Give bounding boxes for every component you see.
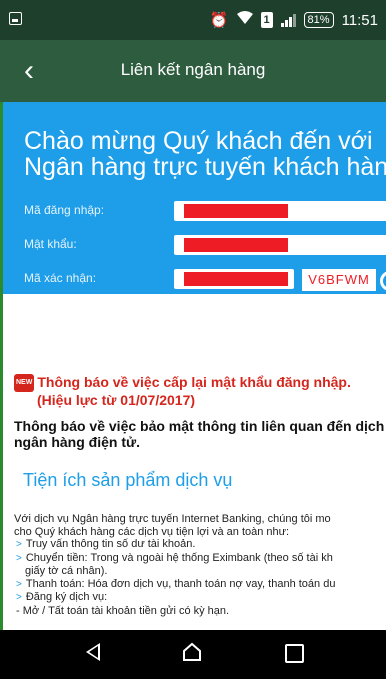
captcha-image: V6BFWM bbox=[302, 269, 376, 291]
welcome-line-2: Ngân hàng trực tuyến khách hàng bbox=[24, 153, 386, 181]
status-icons: ⏰ 1 81% 11:51 bbox=[210, 10, 378, 30]
list-item: > Thanh toán: Hóa đơn dịch vụ, thanh toán… bbox=[14, 578, 335, 592]
list-item-continuation: giấy tờ cá nhân). bbox=[25, 565, 108, 577]
alarm-icon: ⏰ bbox=[209, 12, 229, 29]
bullet-arrow-icon: > bbox=[16, 539, 22, 550]
list-item: > Chuyển tiền: Trong và ngoài hệ thống Ex… bbox=[14, 552, 335, 566]
list-item-text: Đăng ký dịch vụ: bbox=[25, 591, 108, 603]
nav-recents-icon[interactable] bbox=[285, 644, 304, 663]
intro-line-1: Với dịch vụ Ngân hàng trực tuyến Interne… bbox=[14, 513, 331, 525]
welcome-line-1: Chào mừng Quý khách đến với bbox=[24, 127, 373, 155]
captcha-input[interactable] bbox=[174, 269, 294, 289]
list-item: > Đăng ký dịch vụ: bbox=[14, 591, 335, 605]
sim-icon: 1 bbox=[260, 12, 273, 28]
refresh-captcha-icon[interactable] bbox=[380, 271, 386, 291]
redaction-bar bbox=[184, 204, 288, 218]
list-item-text: Truy vấn thông tin số dư tài khoản. bbox=[25, 538, 196, 550]
bullet-arrow-icon: > bbox=[16, 592, 22, 603]
system-nav-bar bbox=[0, 630, 386, 679]
list-item-text: Thanh toán: Hóa đơn dịch vụ, thanh toán … bbox=[25, 577, 336, 590]
username-label: Mã đăng nhập: bbox=[24, 203, 105, 217]
redaction-bar bbox=[184, 238, 288, 252]
redaction-bar bbox=[184, 272, 288, 286]
list-item-text: Chuyển tiền: Trong và ngoài hệ thống Exi… bbox=[25, 551, 333, 564]
password-reset-notice[interactable]: NEW Thông báo về việc cấp lại mật khẩu đă… bbox=[14, 374, 386, 408]
welcome-text: Chào mừng Quý khách đến với Ngân hàng tr… bbox=[24, 128, 386, 180]
info-content: NEW Thông báo về việc cấp lại mật khẩu đă… bbox=[3, 294, 386, 630]
status-bar: ⏰ 1 81% 11:51 bbox=[0, 0, 386, 40]
new-badge-icon: NEW bbox=[14, 374, 35, 393]
list-item: - Mở / Tất toán tài khoản tiền gửi có kỳ… bbox=[16, 604, 230, 617]
page-title: Liên kết ngân hàng bbox=[120, 60, 266, 79]
clock: 11:51 bbox=[341, 11, 378, 29]
login-panel: Chào mừng Quý khách đến với Ngân hàng tr… bbox=[3, 102, 386, 294]
list-item: > Truy vấn thông tin số dư tài khoản. bbox=[14, 538, 335, 552]
section-title: Tiện ích sản phẩm dịch vụ bbox=[23, 470, 233, 490]
security-notice-line-2: ngân hàng điện tử. bbox=[14, 434, 141, 450]
app-header: ‹ Liên kết ngân hàng bbox=[0, 40, 386, 102]
notification-image-icon bbox=[9, 12, 22, 25]
signal-icon bbox=[280, 13, 296, 27]
captcha-label: Mã xác nhận: bbox=[24, 271, 97, 285]
bullet-arrow-icon: > bbox=[16, 552, 22, 564]
battery-indicator: 81% bbox=[303, 12, 334, 28]
security-notice[interactable]: Thông báo về việc bảo mật thông tin liên… bbox=[14, 418, 384, 450]
bullet-arrow-icon: > bbox=[16, 578, 22, 590]
nav-home-icon[interactable] bbox=[182, 642, 202, 662]
notice-title: Thông báo về việc cấp lại mật khẩu đăng … bbox=[37, 374, 351, 390]
nav-back-icon[interactable] bbox=[86, 643, 100, 661]
intro-line-2: cho Quý khách hàng các dịch vụ tiện lợi … bbox=[14, 525, 290, 538]
notice-effective-date: (Hiệu lực từ 01/07/2017) bbox=[37, 392, 196, 409]
wifi-icon bbox=[236, 11, 253, 29]
password-label: Mật khẩu: bbox=[24, 237, 77, 251]
service-description: Với dịch vụ Ngân hàng trực tuyến Interne… bbox=[14, 513, 335, 617]
username-input[interactable] bbox=[174, 201, 386, 221]
security-notice-line-1: Thông báo về việc bảo mật thông tin liên… bbox=[14, 418, 385, 434]
password-input[interactable] bbox=[174, 235, 386, 255]
